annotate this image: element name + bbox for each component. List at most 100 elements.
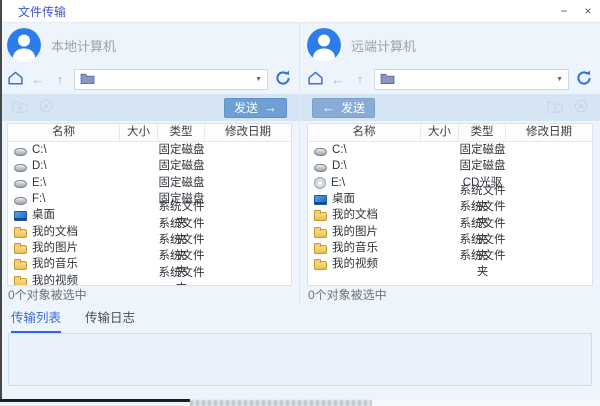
arrow-left-icon: ← <box>322 101 335 114</box>
minimize-button[interactable]: − <box>552 0 576 22</box>
close-icon: × <box>584 4 591 18</box>
back-arrow-icon: ← <box>332 72 345 87</box>
cell-name: 我的图片 <box>32 240 78 256</box>
close-circle-icon <box>574 99 588 116</box>
remote-file-table: 名称 大小 类型 修改日期 C:\ 固定磁盘 D:\ 固定磁盘 E:\ CD光驱… <box>307 123 593 286</box>
file-icon <box>14 211 27 221</box>
local-table-header: 名称 大小 类型 修改日期 <box>8 124 291 142</box>
close-button[interactable]: × <box>576 0 600 22</box>
cell-type: 系统文件夹 <box>459 248 506 280</box>
refresh-button[interactable] <box>575 69 593 90</box>
cell-type: 固定磁盘 <box>459 158 506 174</box>
bottom-desktop-artifact <box>190 400 372 406</box>
cell-type: 系统文件夹 <box>158 265 205 285</box>
chevron-down-icon[interactable]: ▼ <box>556 76 563 83</box>
file-icon <box>14 229 27 238</box>
table-row[interactable]: 我的图片 系统文件夹 <box>8 240 291 256</box>
cell-name: 我的文档 <box>332 207 378 223</box>
deselect-button[interactable] <box>39 99 53 116</box>
cell-name: E:\ <box>331 175 345 191</box>
address-combobox[interactable]: ▼ <box>74 69 268 90</box>
local-file-table: 名称 大小 类型 修改日期 C:\ 固定磁盘 D:\ 固定磁盘 E:\ 固定磁盘… <box>7 123 292 286</box>
back-button[interactable]: ← <box>330 72 346 87</box>
header-type[interactable]: 类型 <box>459 124 506 141</box>
cell-name: 我的视频 <box>332 256 378 272</box>
table-row[interactable]: 桌面 系统文件夹 <box>8 207 291 223</box>
user-avatar-icon <box>307 28 341 62</box>
table-row[interactable]: 我的视频 系统文件夹 <box>8 272 291 285</box>
close-circle-icon <box>39 99 53 116</box>
file-icon <box>314 245 327 254</box>
file-icon <box>314 148 327 156</box>
send-to-local-button[interactable]: ← 发送 <box>312 98 375 118</box>
remote-nav-toolbar: ← ↑ ▼ <box>307 67 593 92</box>
file-icon <box>314 177 326 189</box>
cell-name: 我的音乐 <box>32 256 78 272</box>
home-button[interactable] <box>7 70 24 89</box>
cell-name: F:\ <box>32 191 45 207</box>
header-type[interactable]: 类型 <box>158 124 205 141</box>
computer-label: 本地计算机 <box>51 36 116 55</box>
cell-name: 桌面 <box>332 191 355 207</box>
file-icon <box>314 195 327 205</box>
deselect-button[interactable] <box>574 99 588 116</box>
send-button-label: 发送 <box>341 99 365 116</box>
table-row[interactable]: D:\ 固定磁盘 <box>308 158 592 174</box>
up-arrow-icon: ↑ <box>357 72 364 87</box>
table-row[interactable]: 我的音乐 系统文件夹 <box>8 256 291 272</box>
table-row[interactable]: C:\ 固定磁盘 <box>8 142 291 158</box>
cell-name: C:\ <box>332 142 347 158</box>
refresh-icon <box>575 69 593 90</box>
remote-action-toolbar: ← 发送 <box>300 94 600 121</box>
cell-type: 固定磁盘 <box>158 158 205 174</box>
cell-type: 固定磁盘 <box>158 142 205 158</box>
file-icon <box>14 148 27 156</box>
table-row[interactable]: 桌面 系统文件夹 <box>308 191 592 207</box>
table-row[interactable]: F:\ 固定磁盘 <box>8 191 291 207</box>
cell-name: 我的视频 <box>32 273 78 285</box>
panel-local: 本地计算机 ← ↑ ▼ <box>0 23 300 304</box>
address-combobox[interactable]: ▼ <box>374 69 569 90</box>
chevron-down-icon[interactable]: ▼ <box>255 76 262 83</box>
file-icon <box>14 197 27 205</box>
header-date[interactable]: 修改日期 <box>205 124 291 141</box>
file-icon <box>14 278 27 285</box>
tab-transfer-log[interactable]: 传输日志 <box>85 307 135 333</box>
cell-type: 固定磁盘 <box>158 175 205 191</box>
header-name[interactable]: 名称 <box>308 124 421 141</box>
header-date[interactable]: 修改日期 <box>506 124 592 141</box>
home-button[interactable] <box>307 70 324 89</box>
table-row[interactable]: 我的文档 系统文件夹 <box>8 223 291 239</box>
cell-type: 固定磁盘 <box>459 142 506 158</box>
up-button[interactable]: ↑ <box>352 72 368 87</box>
send-to-remote-button[interactable]: 发送 → <box>224 98 287 118</box>
up-button[interactable]: ↑ <box>52 72 68 87</box>
local-selection-status: 0个对象被选中 <box>7 286 292 304</box>
cell-name: 我的文档 <box>32 224 78 240</box>
table-row[interactable]: E:\ 固定磁盘 <box>8 175 291 191</box>
folder-icon <box>80 71 95 89</box>
back-button[interactable]: ← <box>30 72 46 87</box>
file-transfer-window: 文件传输 − × 本地计算机 ← ↑ <box>0 0 600 406</box>
file-icon <box>14 180 27 188</box>
bottom-background <box>372 400 600 406</box>
file-icon <box>14 164 27 172</box>
table-row[interactable]: 我的图片 系统文件夹 <box>308 223 592 239</box>
new-folder-button[interactable] <box>547 99 563 116</box>
table-row[interactable]: 我的文档 系统文件夹 <box>308 207 592 223</box>
table-row[interactable]: 我的音乐 系统文件夹 <box>308 240 592 256</box>
home-icon <box>307 70 324 89</box>
arrow-right-icon: → <box>264 101 277 114</box>
local-computer-header: 本地计算机 <box>7 23 292 67</box>
local-action-toolbar: 发送 → <box>0 94 299 121</box>
table-row[interactable]: C:\ 固定磁盘 <box>308 142 592 158</box>
table-row[interactable]: E:\ CD光驱 <box>308 175 592 191</box>
header-size[interactable]: 大小 <box>120 124 158 141</box>
new-folder-button[interactable] <box>12 99 28 116</box>
table-row[interactable]: D:\ 固定磁盘 <box>8 158 291 174</box>
header-size[interactable]: 大小 <box>421 124 459 141</box>
tab-transfer-list[interactable]: 传输列表 <box>11 307 61 333</box>
refresh-button[interactable] <box>274 69 292 90</box>
header-name[interactable]: 名称 <box>8 124 120 141</box>
table-row[interactable]: 我的视频 系统文件夹 <box>308 256 592 272</box>
